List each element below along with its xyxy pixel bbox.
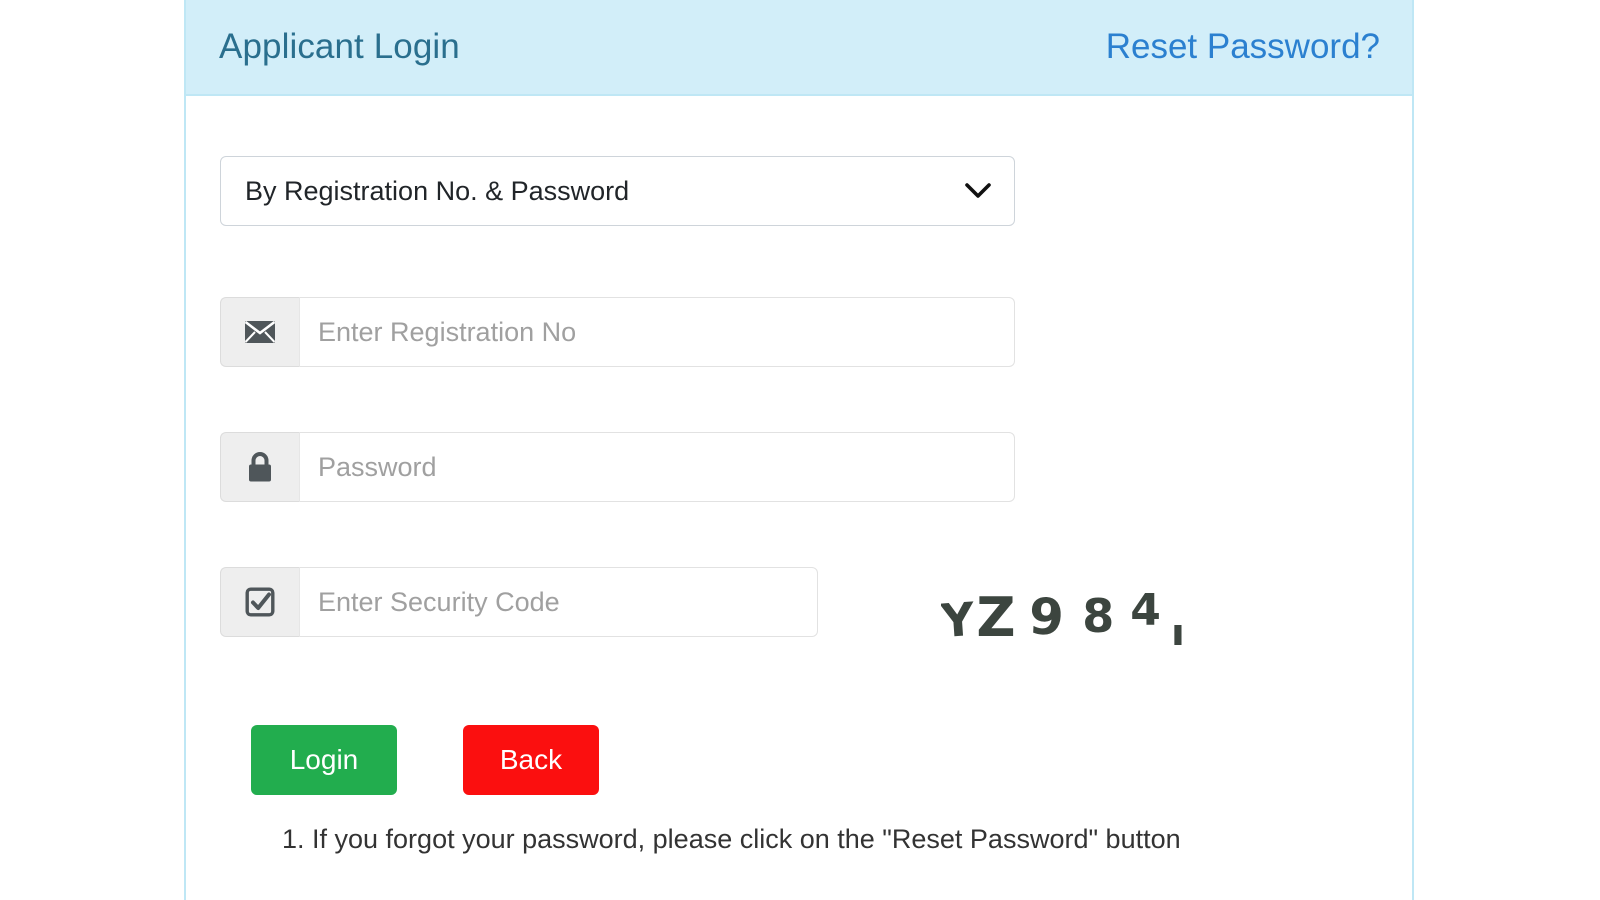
instructions-list: If you forgot your password, please clic… [220,821,1378,857]
captcha-image: YZ984L [941,559,1281,645]
page-title: Applicant Login [219,26,460,66]
login-mode-select-wrapper: By Registration No. & Password [220,156,1015,226]
captcha-character: 9 [1027,587,1066,645]
envelope-icon [220,297,299,367]
applicant-login-card: Applicant Login Reset Password? By Regis… [184,0,1414,900]
form-actions: Login Back [220,725,1378,795]
back-button[interactable]: Back [463,725,599,795]
registration-input-group [220,297,1015,367]
card-header: Applicant Login Reset Password? [186,0,1412,96]
security-code-input[interactable] [299,567,818,637]
captcha-character: Y [941,591,977,645]
page-root: Applicant Login Reset Password? By Regis… [0,0,1600,900]
captcha-character: 8 [1082,589,1115,643]
security-code-row: YZ984L [220,559,1378,645]
reset-password-link[interactable]: Reset Password? [1106,29,1380,64]
lock-icon [220,432,299,502]
login-mode-select[interactable]: By Registration No. & Password [220,156,1015,226]
security-code-input-group [220,567,818,637]
instruction-item: If you forgot your password, please clic… [312,821,1378,857]
registration-number-input[interactable] [299,297,1015,367]
password-input-group [220,432,1015,502]
check-square-icon [220,567,299,637]
card-body: By Registration No. & Password Enter Reg… [186,96,1412,857]
captcha-character: 4 [1130,585,1161,636]
captcha-character: Z [976,586,1016,645]
password-input[interactable] [299,432,1015,502]
captcha-character: L [1170,618,1196,645]
login-button[interactable]: Login [251,725,397,795]
